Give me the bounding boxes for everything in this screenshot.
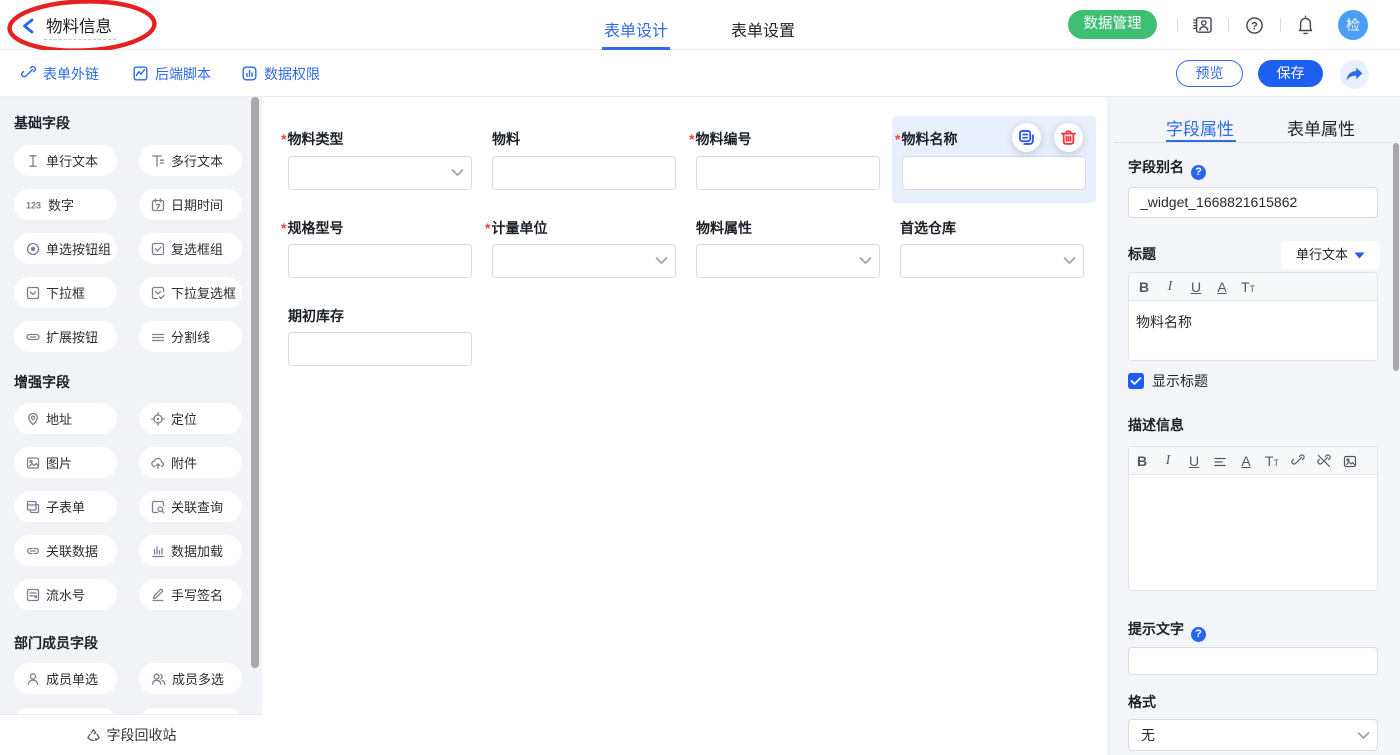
svg-text:123: 123 (26, 200, 41, 210)
svg-text:?: ? (1251, 21, 1258, 33)
